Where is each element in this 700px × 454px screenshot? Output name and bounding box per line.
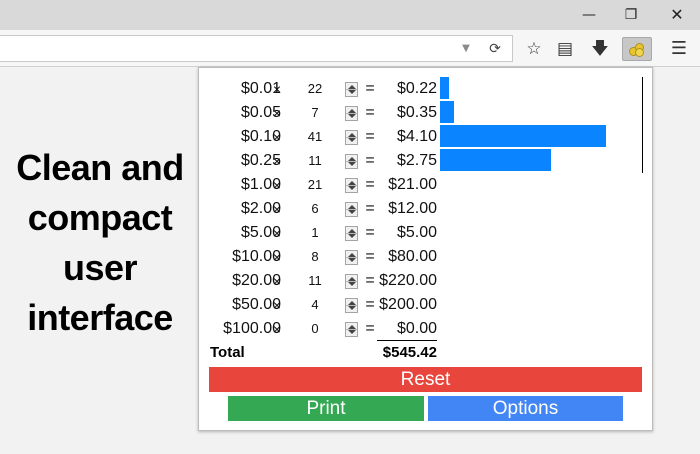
denomination-row: $0.10 × 41 = $4.10: [199, 125, 654, 149]
value-bar: [440, 77, 449, 99]
row-amount: $4.10: [396, 128, 437, 145]
denomination-row: $2.00 × 6 = $12.00: [199, 197, 654, 221]
times-symbol: ×: [272, 249, 282, 265]
quantity-stepper[interactable]: [345, 106, 358, 121]
denomination-row: $20.00 × 11 = $220.00: [199, 269, 654, 293]
row-amount: $21.00: [388, 176, 437, 193]
times-symbol: ×: [272, 177, 282, 193]
total-label: Total: [210, 344, 245, 361]
tagline-line: compact: [27, 197, 173, 238]
quantity-stepper[interactable]: [345, 250, 358, 265]
bookmark-star-icon[interactable]: ☆: [521, 37, 547, 61]
reset-button[interactable]: Reset: [209, 367, 642, 392]
denomination-label: $5.00: [240, 224, 281, 241]
denomination-row: $10.00 × 8 = $80.00: [199, 245, 654, 269]
close-icon[interactable]: ✕: [662, 4, 692, 26]
denomination-row: $0.25 × 11 = $2.75: [199, 149, 654, 173]
tagline-line: user: [62, 247, 138, 288]
row-amount: $80.00: [388, 248, 437, 265]
refresh-icon[interactable]: ⟳: [485, 38, 505, 60]
restore-icon[interactable]: ❐: [616, 4, 646, 26]
coin-extension-icon[interactable]: [622, 37, 652, 61]
row-amount: $200.00: [379, 296, 437, 313]
sum-underline: [377, 340, 437, 341]
times-symbol: ×: [272, 129, 282, 145]
minimize-icon[interactable]: —: [574, 4, 604, 26]
denomination-label: $0.10: [240, 128, 281, 145]
download-icon[interactable]: 🡇: [587, 37, 613, 61]
value-bar: [440, 101, 454, 123]
bar-axis-line: [642, 149, 643, 173]
denomination-label: $0.25: [240, 152, 281, 169]
quantity-stepper[interactable]: [345, 226, 358, 241]
quantity-stepper[interactable]: [345, 322, 358, 337]
value-bar: [440, 125, 606, 147]
quantity-field[interactable]: 11: [301, 269, 329, 293]
times-symbol: ×: [272, 105, 282, 121]
quantity-stepper[interactable]: [345, 82, 358, 97]
quantity-stepper[interactable]: [345, 154, 358, 169]
quantity-field[interactable]: 4: [301, 293, 329, 317]
denomination-label: $20.00: [232, 272, 281, 289]
times-symbol: ×: [272, 201, 282, 217]
denomination-label: $50.00: [232, 296, 281, 313]
denomination-label: $100.00: [223, 320, 281, 337]
url-bar[interactable]: ▼ ⟳: [0, 35, 513, 62]
row-amount: $220.00: [379, 272, 437, 289]
print-button[interactable]: Print: [228, 396, 424, 421]
bar-axis-line: [642, 125, 643, 149]
row-amount: $0.35: [396, 104, 437, 121]
times-symbol: ×: [272, 321, 282, 337]
denomination-label: $0.01: [240, 80, 281, 97]
times-symbol: ×: [272, 273, 282, 289]
quantity-stepper[interactable]: [345, 130, 358, 145]
coin-calculator-popup: $0.01 × 22 = $0.22 $0.05 × 7 = $0.35 $0.10 × 41 = $4.1…: [198, 67, 653, 431]
quantity-field[interactable]: 1: [301, 221, 329, 245]
denomination-row: $0.01 × 22 = $0.22: [199, 77, 654, 101]
denomination-label: $0.05: [240, 104, 281, 121]
tagline: Clean and compact user interface: [10, 143, 190, 343]
times-symbol: ×: [272, 153, 282, 169]
options-button[interactable]: Options: [428, 396, 623, 421]
quantity-field[interactable]: 22: [301, 77, 329, 101]
dropdown-arrow-icon[interactable]: ▼: [458, 39, 474, 59]
row-amount: $0.22: [396, 80, 437, 97]
denomination-row: $1.00 × 21 = $21.00: [199, 173, 654, 197]
quantity-field[interactable]: 21: [301, 173, 329, 197]
browser-toolbar: ▼ ⟳ ☆ ▤ 🡇 ☰: [0, 30, 700, 67]
hamburger-menu-icon[interactable]: ☰: [666, 37, 692, 61]
times-symbol: ×: [272, 225, 282, 241]
total-value: $545.42: [382, 344, 437, 361]
tagline-line: Clean and: [16, 147, 184, 188]
times-symbol: ×: [272, 81, 282, 97]
quantity-stepper[interactable]: [345, 274, 358, 289]
reading-list-icon[interactable]: ▤: [552, 37, 578, 61]
times-symbol: ×: [272, 297, 282, 313]
quantity-field[interactable]: 7: [301, 101, 329, 125]
value-bar: [440, 149, 551, 171]
quantity-stepper[interactable]: [345, 202, 358, 217]
quantity-field[interactable]: 8: [301, 245, 329, 269]
denomination-label: $10.00: [232, 248, 281, 265]
denomination-row: $5.00 × 1 = $5.00: [199, 221, 654, 245]
tagline-line: interface: [27, 297, 173, 338]
row-amount: $0.00: [396, 320, 437, 337]
denomination-row: $100.00 × 0 = $0.00: [199, 317, 654, 341]
denomination-label: $1.00: [240, 176, 281, 193]
quantity-field[interactable]: 11: [301, 149, 329, 173]
quantity-field[interactable]: 6: [301, 197, 329, 221]
quantity-field[interactable]: 0: [301, 317, 329, 341]
row-amount: $5.00: [396, 224, 437, 241]
quantity-field[interactable]: 41: [301, 125, 329, 149]
window-titlebar: — ❐ ✕: [0, 0, 700, 30]
denomination-row: $50.00 × 4 = $200.00: [199, 293, 654, 317]
quantity-stepper[interactable]: [345, 178, 358, 193]
bar-axis-line: [642, 101, 643, 125]
row-amount: $2.75: [396, 152, 437, 169]
denomination-row: $0.05 × 7 = $0.35: [199, 101, 654, 125]
bar-axis-line: [642, 77, 643, 101]
row-amount: $12.00: [388, 200, 437, 217]
quantity-stepper[interactable]: [345, 298, 358, 313]
denomination-label: $2.00: [240, 200, 281, 217]
